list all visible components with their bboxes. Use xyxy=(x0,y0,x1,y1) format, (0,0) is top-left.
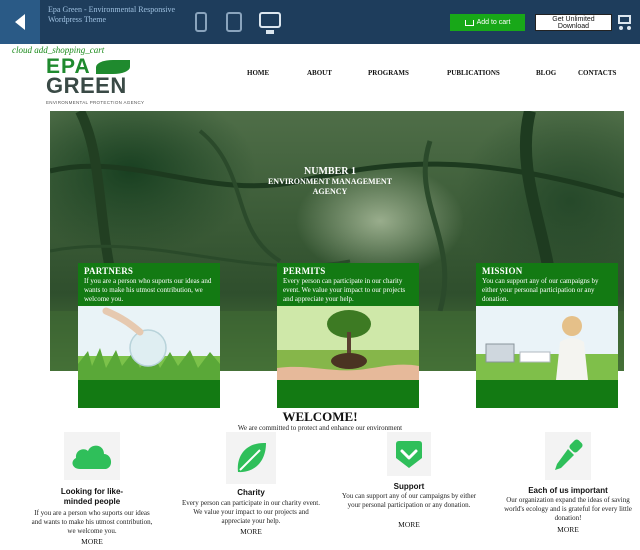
feature-title: Each of us important xyxy=(528,486,608,495)
card-image-seedling xyxy=(277,306,419,380)
card-title: PARTNERS xyxy=(84,266,134,276)
site-logo[interactable]: EPA GREEN ENVIRONMENTAL PROTECTION AGENC… xyxy=(46,56,156,106)
dropper-icon xyxy=(545,432,591,480)
check-shield-icon xyxy=(387,432,431,476)
hero-line-3: AGENCY xyxy=(312,187,348,196)
preview-bar: Epa Green - Environmental Responsive Wor… xyxy=(0,0,640,44)
desktop-view-icon[interactable] xyxy=(259,12,281,34)
main-nav: HOME ABOUT PROGRAMS PUBLICATIONS BLOG CO… xyxy=(0,69,640,81)
nav-contacts[interactable]: CONTACTS xyxy=(578,69,616,77)
more-link[interactable]: MORE xyxy=(538,525,598,534)
cloud-icon xyxy=(64,432,120,480)
welcome-subtitle: We are committed to protect and enhance … xyxy=(237,424,403,432)
more-link[interactable]: MORE xyxy=(221,527,281,536)
hero-line-1: NUMBER 1 xyxy=(304,166,356,177)
card-text: Every person can participate in our char… xyxy=(283,277,406,303)
feature-text: You can support any of our campaigns by … xyxy=(341,492,477,509)
cart-icon xyxy=(464,19,474,26)
welcome-title: WELCOME! xyxy=(282,409,358,424)
feature-text: If you are a person who suports our idea… xyxy=(31,509,153,535)
icon-fallback-text: cloud add_shopping_cart xyxy=(12,45,105,55)
card-mission[interactable]: MISSION You can support any of our campa… xyxy=(476,263,618,408)
feature-title: Support xyxy=(393,482,425,491)
back-button[interactable] xyxy=(0,0,40,44)
shopping-cart-icon[interactable] xyxy=(616,13,634,31)
nav-programs[interactable]: PROGRAMS xyxy=(368,69,409,77)
tablet-view-icon[interactable] xyxy=(226,12,242,32)
nav-home[interactable]: HOME xyxy=(247,69,269,77)
theme-title[interactable]: Epa Green - Environmental Responsive Wor… xyxy=(48,5,188,25)
nav-blog[interactable]: BLOG xyxy=(536,69,556,77)
hero-line-2: ENVIRONMENT MANAGEMENT xyxy=(267,177,393,186)
arrow-left-icon xyxy=(15,14,25,30)
feature-text: Every person can participate in our char… xyxy=(182,499,320,525)
card-title: MISSION xyxy=(482,266,523,276)
more-link[interactable]: MORE xyxy=(62,537,122,546)
add-to-cart-button[interactable]: Add to cart xyxy=(450,14,525,31)
card-partners[interactable]: PARTNERS If you are a person who suports… xyxy=(78,263,220,408)
feature-title: Charity xyxy=(237,488,265,497)
feature-text: Our organization expand the ideas of sav… xyxy=(504,496,632,522)
hero-heading: NUMBER 1 ENVIRONMENT MANAGEMENT AGENCY xyxy=(250,166,410,197)
card-image-globe xyxy=(78,306,220,380)
phone-view-icon[interactable] xyxy=(195,12,207,32)
card-permits[interactable]: PERMITS Every person can participate in … xyxy=(277,263,419,408)
leaf-icon xyxy=(226,432,276,484)
nav-about[interactable]: ABOUT xyxy=(307,69,332,77)
more-link[interactable]: MORE xyxy=(379,520,439,529)
card-image-woman-laptop xyxy=(476,306,618,380)
add-to-cart-label: Add to cart xyxy=(476,19,511,26)
unlimited-download-button[interactable]: Get Unlimited Download xyxy=(535,14,612,31)
card-title: PERMITS xyxy=(283,266,326,276)
logo-tagline: ENVIRONMENTAL PROTECTION AGENCY xyxy=(46,100,145,105)
nav-publications[interactable]: PUBLICATIONS xyxy=(447,69,500,77)
card-text: If you are a person who suports our idea… xyxy=(84,277,212,303)
feature-title: Looking for like- minded people xyxy=(60,487,124,506)
card-text: You can support any of our campaigns by … xyxy=(482,277,599,303)
